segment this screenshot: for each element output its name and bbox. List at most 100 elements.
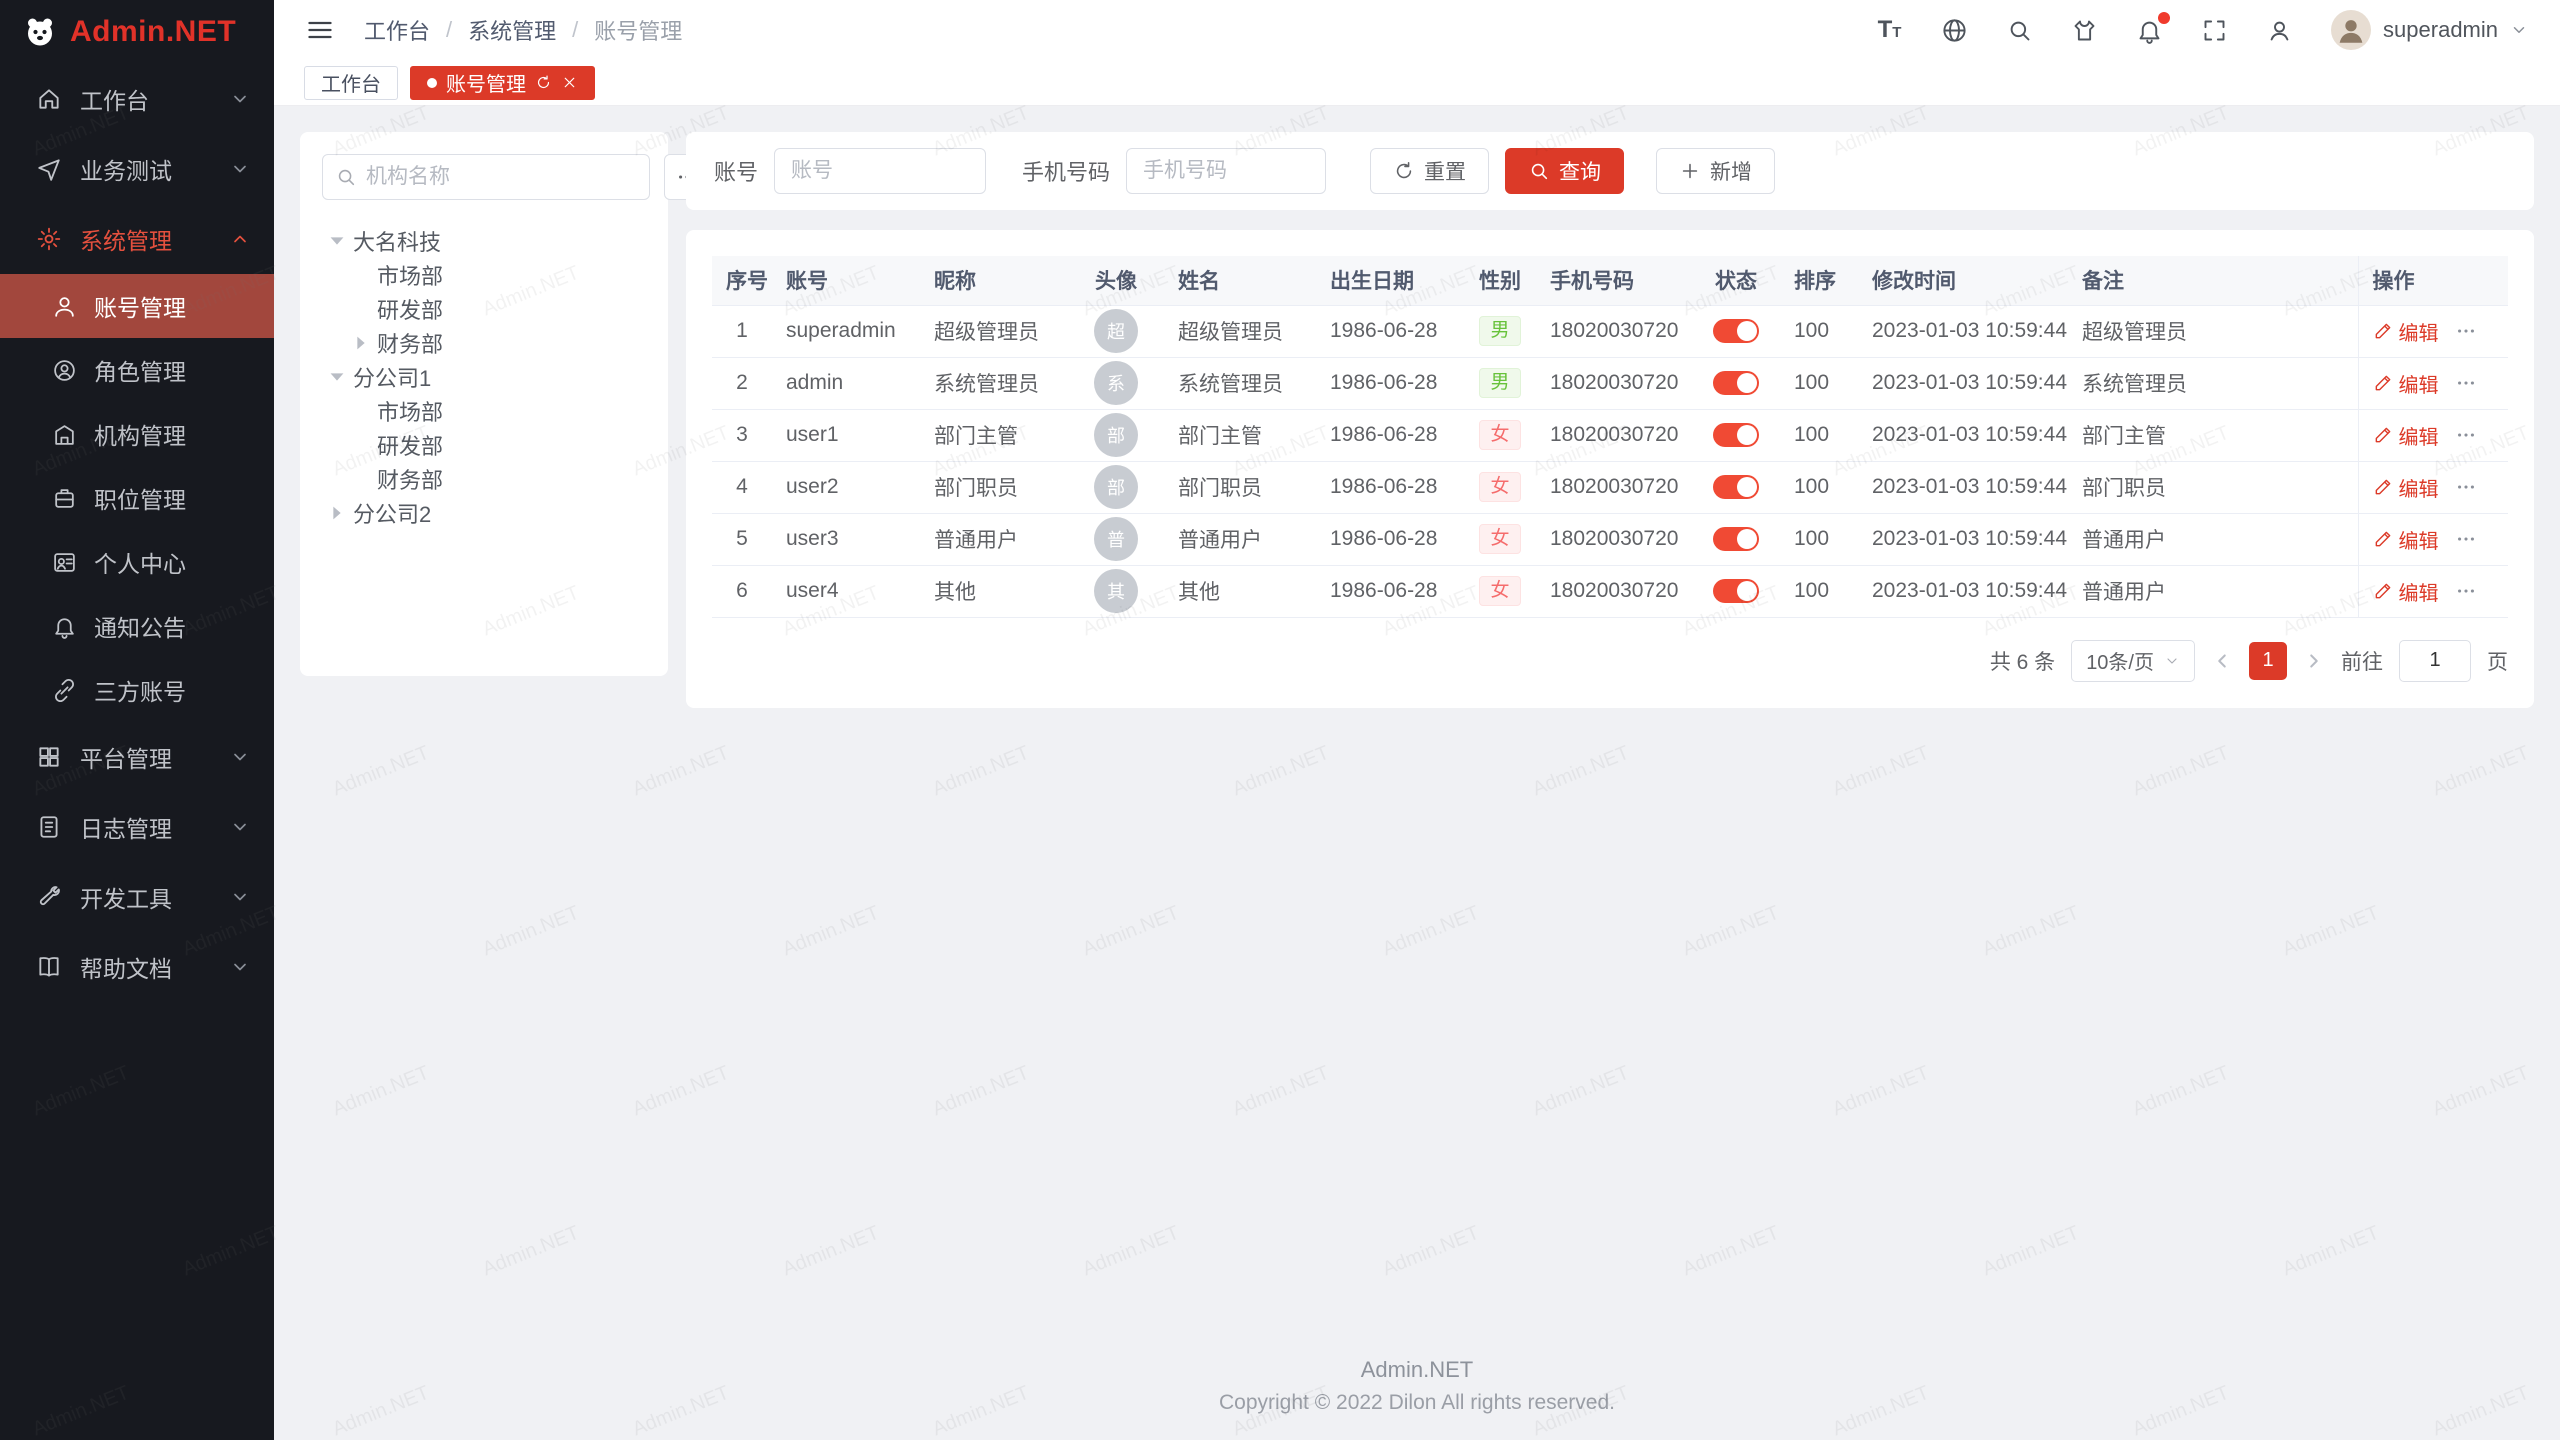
caret-right-icon[interactable] (350, 332, 372, 354)
reset-button[interactable]: 重置 (1370, 148, 1489, 194)
phone-input[interactable] (1126, 148, 1326, 194)
status-toggle[interactable] (1713, 319, 1759, 343)
globe-icon[interactable] (1941, 17, 1968, 44)
page-number-button[interactable]: 1 (2249, 642, 2287, 680)
edit-button[interactable]: 编辑 (2373, 577, 2439, 606)
logo[interactable]: Admin.NET (0, 0, 274, 64)
sidebar-item-dev-tools[interactable]: 开发工具 (0, 862, 274, 932)
log-icon (36, 814, 62, 840)
row-more-button[interactable] (2455, 320, 2477, 342)
sidebar-item-personal-center[interactable]: 个人中心 (0, 530, 274, 594)
sidebar-item-workbench[interactable]: 工作台 (0, 64, 274, 134)
tree-node[interactable]: 市场部 (322, 258, 646, 292)
user-circle-icon[interactable] (2266, 17, 2293, 44)
sidebar-item-org-mgmt[interactable]: 机构管理 (0, 402, 274, 466)
tree-node[interactable]: 大名科技 (322, 224, 646, 258)
sidebar-item-system-mgmt[interactable]: 系统管理 (0, 204, 274, 274)
topbar-tools: TT (1876, 17, 2293, 44)
tab-0[interactable]: 工作台 (304, 66, 398, 100)
toggle-knob (1737, 477, 1757, 497)
sidebar-item-position-mgmt[interactable]: 职位管理 (0, 466, 274, 530)
caret-down-icon[interactable] (326, 230, 348, 252)
row-more-button[interactable] (2455, 372, 2477, 394)
row-more-button[interactable] (2455, 476, 2477, 498)
tree-node-label: 研发部 (377, 293, 443, 325)
link-icon (52, 678, 77, 703)
search-icon (1528, 160, 1550, 182)
org-search-input[interactable] (366, 165, 637, 189)
status-toggle[interactable] (1713, 527, 1759, 551)
sidebar-menu: 工作台业务测试系统管理账号管理角色管理机构管理职位管理个人中心通知公告三方账号平… (0, 64, 274, 1002)
logo-text: Admin.NET (70, 15, 236, 49)
tree-node[interactable]: 研发部 (322, 292, 646, 326)
sidebar-item-account-mgmt[interactable]: 账号管理 (0, 274, 274, 338)
org-panel: 大名科技市场部研发部财务部分公司1市场部研发部财务部分公司2 (300, 132, 668, 676)
cell-nickname: 部门主管 (934, 425, 1018, 448)
row-more-button[interactable] (2455, 580, 2477, 602)
user-menu[interactable]: superadmin (2331, 10, 2528, 50)
edit-button[interactable]: 编辑 (2373, 317, 2439, 346)
gender-tag: 男 (1479, 316, 1520, 346)
cell-name: 部门职员 (1178, 477, 1262, 500)
sidebar-item-help-docs[interactable]: 帮助文档 (0, 932, 274, 1002)
page-size-select[interactable]: 10条/页 (2071, 640, 2195, 682)
sidebar-item-role-mgmt[interactable]: 角色管理 (0, 338, 274, 402)
tree-node[interactable]: 财务部 (322, 326, 646, 360)
sidebar-item-third-account[interactable]: 三方账号 (0, 658, 274, 722)
cell-modified: 2023-01-03 10:59:44 (1872, 371, 2067, 394)
breadcrumb-item-system[interactable]: 系统管理 (468, 14, 556, 46)
table-header-row: 序号账号昵称头像姓名出生日期性别手机号码状态排序修改时间备注操作 (712, 256, 2508, 305)
status-toggle[interactable] (1713, 475, 1759, 499)
next-page-button[interactable] (2303, 650, 2325, 672)
cell-nickname: 超级管理员 (934, 321, 1039, 344)
caret-down-icon[interactable] (326, 366, 348, 388)
prev-page-button[interactable] (2211, 650, 2233, 672)
font-size-icon[interactable]: TT (1876, 17, 1903, 44)
fullscreen-icon[interactable] (2201, 17, 2228, 44)
sidebar-item-label: 开发工具 (80, 880, 172, 914)
edit-button[interactable]: 编辑 (2373, 421, 2439, 450)
sidebar-item-notice[interactable]: 通知公告 (0, 594, 274, 658)
tab-label: 账号管理 (446, 68, 526, 97)
org-icon (52, 422, 77, 447)
search-button[interactable]: 查询 (1505, 148, 1624, 194)
account-input[interactable] (774, 148, 986, 194)
column-header-sort: 排序 (1780, 256, 1858, 305)
tree-node[interactable]: 分公司1 (322, 360, 646, 394)
goto-page-input[interactable] (2399, 640, 2471, 682)
close-icon[interactable] (561, 74, 578, 91)
status-toggle[interactable] (1713, 371, 1759, 395)
refresh-icon[interactable] (535, 74, 552, 91)
sidebar-item-label: 账号管理 (94, 289, 186, 323)
sidebar-item-label: 角色管理 (94, 353, 186, 387)
bell-icon[interactable] (2136, 17, 2163, 44)
row-more-button[interactable] (2455, 424, 2477, 446)
caret-right-icon[interactable] (326, 502, 348, 524)
sidebar-item-business-test[interactable]: 业务测试 (0, 134, 274, 204)
tree-node[interactable]: 财务部 (322, 462, 646, 496)
search-icon[interactable] (2006, 17, 2033, 44)
footer-copyright: Copyright © 2022 Dilon All rights reserv… (274, 1387, 2560, 1420)
tree-node-label: 研发部 (377, 429, 443, 461)
breadcrumb-item-workbench[interactable]: 工作台 (364, 14, 430, 46)
edit-button[interactable]: 编辑 (2373, 369, 2439, 398)
cell-account: user4 (786, 579, 839, 602)
row-more-button[interactable] (2455, 528, 2477, 550)
tree-node[interactable]: 市场部 (322, 394, 646, 428)
sidebar-item-label: 个人中心 (94, 545, 186, 579)
status-toggle[interactable] (1713, 423, 1759, 447)
edit-button[interactable]: 编辑 (2373, 473, 2439, 502)
tab-1[interactable]: 账号管理 (410, 66, 595, 100)
hamburger-icon[interactable] (306, 16, 334, 44)
sidebar-item-platform-mgmt[interactable]: 平台管理 (0, 722, 274, 792)
sidebar-item-label: 工作台 (80, 82, 149, 116)
sidebar-item-log-mgmt[interactable]: 日志管理 (0, 792, 274, 862)
status-toggle[interactable] (1713, 579, 1759, 603)
add-button[interactable]: 新增 (1656, 148, 1775, 194)
theme-icon[interactable] (2071, 17, 2098, 44)
tree-node[interactable]: 分公司2 (322, 496, 646, 530)
main-column: 工作台 / 系统管理 / 账号管理 TT superadmin 工作台账号管理 (274, 0, 2560, 1440)
edit-button[interactable]: 编辑 (2373, 525, 2439, 554)
tree-node[interactable]: 研发部 (322, 428, 646, 462)
accounts-table: 序号账号昵称头像姓名出生日期性别手机号码状态排序修改时间备注操作1superad… (712, 256, 2508, 618)
